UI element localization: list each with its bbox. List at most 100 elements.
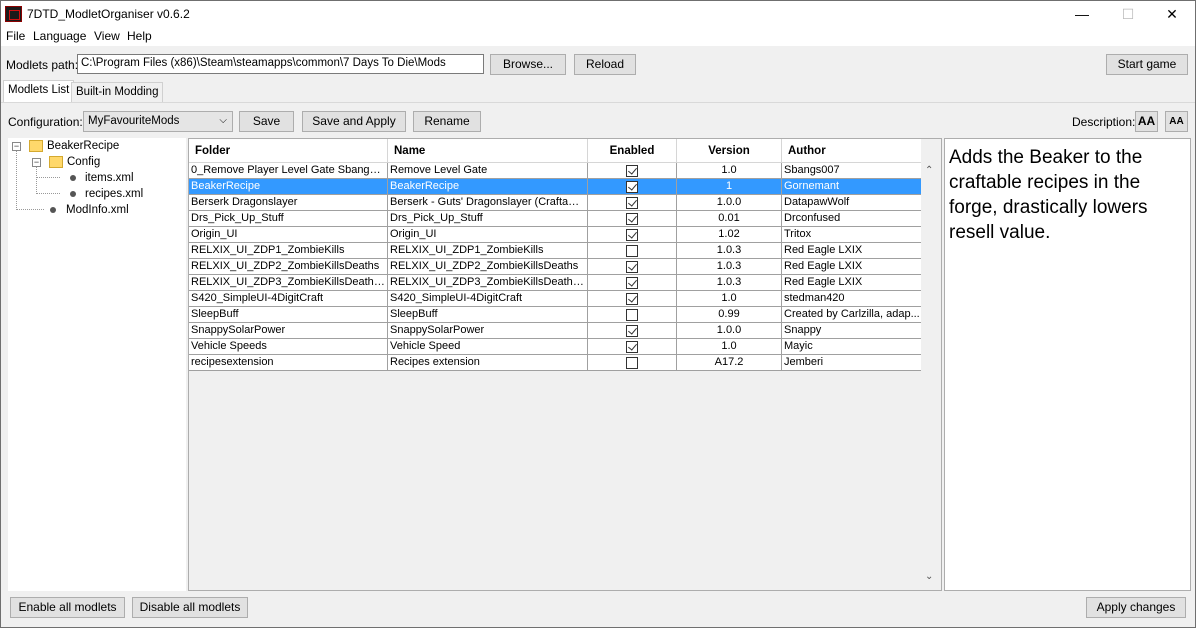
cell-folder: Drs_Pick_Up_Stuff <box>189 211 388 227</box>
browse-button[interactable]: Browse... <box>490 54 566 75</box>
enabled-checkbox[interactable] <box>626 181 638 193</box>
app-logo-icon <box>5 6 22 22</box>
enabled-checkbox[interactable] <box>626 245 638 257</box>
table-row[interactable]: 0_Remove Player Level Gate Sbangs007 Remo… <box>189 163 925 179</box>
configuration-select[interactable]: MyFavouriteMods ⌵ <box>83 111 233 132</box>
table-row[interactable]: RELXIX_UI_ZDP3_ZombieKillsDeathsPl... REL… <box>189 275 925 291</box>
cell-author: Jemberi <box>782 355 925 371</box>
cell-enabled <box>588 291 677 307</box>
reload-button[interactable]: Reload <box>574 54 636 75</box>
cell-name: SnappySolarPower <box>388 323 588 339</box>
cell-folder: RELXIX_UI_ZDP2_ZombieKillsDeaths <box>189 259 388 275</box>
tree-node-beakerrecipe[interactable]: BeakerRecipe <box>47 140 119 152</box>
table-row[interactable]: RELXIX_UI_ZDP2_ZombieKillsDeaths RELXIX_U… <box>189 259 925 275</box>
modlets-path-input[interactable]: C:\Program Files (x86)\Steam\steamapps\c… <box>77 54 484 74</box>
rename-button[interactable]: Rename <box>413 111 481 132</box>
cell-version: 1.02 <box>677 227 782 243</box>
table-row[interactable]: BeakerRecipe BeakerRecipe 1 Gornemant <box>189 179 925 195</box>
cell-name: Berserk - Guts' Dragonslayer (Craftabl..… <box>388 195 588 211</box>
tab-modlets-list[interactable]: Modlets List <box>3 80 75 102</box>
cell-author: Drconfused <box>782 211 925 227</box>
cell-version: 1 <box>677 179 782 195</box>
modlets-path-label: Modlets path: <box>6 58 79 72</box>
close-button[interactable]: ✕ <box>1149 1 1195 28</box>
enabled-checkbox[interactable] <box>626 325 638 337</box>
enabled-checkbox[interactable] <box>626 293 638 305</box>
cell-folder: Vehicle Speeds <box>189 339 388 355</box>
chevron-down-icon: ⌵ <box>219 115 227 126</box>
table-row[interactable]: Drs_Pick_Up_Stuff Drs_Pick_Up_Stuff 0.01 Dr… <box>189 211 925 227</box>
tab-built-in-modding[interactable]: Built-in Modding <box>71 82 164 102</box>
table-scrollbar[interactable]: ⌃ ⌄ <box>921 139 941 590</box>
cell-folder: Origin_UI <box>189 227 388 243</box>
cell-folder: Berserk Dragonslayer <box>189 195 388 211</box>
cell-name: BeakerRecipe <box>388 179 588 195</box>
cell-version: 1.0.0 <box>677 323 782 339</box>
tab-strip: Modlets List Built-in Modding <box>1 80 1195 102</box>
table-row[interactable]: recipesextension Recipes extension A17.2 Je… <box>189 355 925 371</box>
enabled-checkbox[interactable] <box>626 357 638 369</box>
enable-all-modlets-button[interactable]: Enable all modlets <box>10 597 125 618</box>
enabled-checkbox[interactable] <box>626 261 638 273</box>
column-header-enabled[interactable]: Enabled <box>588 139 677 163</box>
cell-enabled <box>588 163 677 179</box>
cell-enabled <box>588 307 677 323</box>
table-row[interactable]: SleepBuff SleepBuff 0.99 Created by Carlzil… <box>189 307 925 323</box>
scroll-up-icon[interactable]: ⌃ <box>925 165 933 176</box>
tree-node-modinfo-xml[interactable]: ModInfo.xml <box>66 204 129 216</box>
table-row[interactable]: RELXIX_UI_ZDP1_ZombieKills RELXIX_UI_ZDP1… <box>189 243 925 259</box>
cell-name: Recipes extension <box>388 355 588 371</box>
enabled-checkbox[interactable] <box>626 197 638 209</box>
scroll-down-icon[interactable]: ⌄ <box>925 571 933 582</box>
column-header-author[interactable]: Author <box>782 139 925 163</box>
cell-enabled <box>588 323 677 339</box>
cell-enabled <box>588 179 677 195</box>
collapse-icon[interactable]: − <box>32 158 41 167</box>
table-row[interactable]: Vehicle Speeds Vehicle Speed 1.0 Mayic <box>189 339 925 355</box>
table-row[interactable]: Berserk Dragonslayer Berserk - Guts' Drag… <box>189 195 925 211</box>
maximize-button[interactable]: ☐ <box>1105 1 1151 28</box>
save-and-apply-button[interactable]: Save and Apply <box>302 111 406 132</box>
cell-name: SleepBuff <box>388 307 588 323</box>
configuration-value: MyFavouriteMods <box>88 115 180 127</box>
modlets-table: Folder Name Enabled Version Author 0_Rem… <box>188 138 942 591</box>
modlet-file-tree: − BeakerRecipe − Config items.xml recipe… <box>8 138 186 591</box>
enabled-checkbox[interactable] <box>626 213 638 225</box>
column-header-folder[interactable]: Folder <box>189 139 388 163</box>
cell-folder: SnappySolarPower <box>189 323 388 339</box>
cell-version: 1.0 <box>677 291 782 307</box>
configuration-label: Configuration: <box>8 115 83 129</box>
disable-all-modlets-button[interactable]: Disable all modlets <box>132 597 248 618</box>
column-header-name[interactable]: Name <box>388 139 588 163</box>
collapse-icon[interactable]: − <box>12 142 21 151</box>
minimize-button[interactable]: — <box>1059 1 1105 28</box>
enabled-checkbox[interactable] <box>626 341 638 353</box>
menu-file[interactable]: File <box>6 29 25 43</box>
tree-node-recipes-xml[interactable]: recipes.xml <box>85 188 143 200</box>
cell-name: S420_SimpleUI-4DigitCraft <box>388 291 588 307</box>
apply-changes-button[interactable]: Apply changes <box>1086 597 1186 618</box>
cell-enabled <box>588 211 677 227</box>
font-smaller-icon[interactable]: AA <box>1165 111 1188 132</box>
folder-icon <box>49 156 63 168</box>
tree-guide-line <box>36 193 60 194</box>
table-row[interactable]: Origin_UI Origin_UI 1.02 Tritox <box>189 227 925 243</box>
menu-language[interactable]: Language <box>33 29 86 43</box>
start-game-button[interactable]: Start game <box>1106 54 1188 75</box>
menu-view[interactable]: View <box>94 29 120 43</box>
cell-author: Sbangs007 <box>782 163 925 179</box>
enabled-checkbox[interactable] <box>626 229 638 241</box>
cell-author: stedman420 <box>782 291 925 307</box>
tree-node-items-xml[interactable]: items.xml <box>85 172 134 184</box>
table-row[interactable]: SnappySolarPower SnappySolarPower 1.0.0 Sna… <box>189 323 925 339</box>
table-row[interactable]: S420_SimpleUI-4DigitCraft S420_SimpleUI-4… <box>189 291 925 307</box>
save-button[interactable]: Save <box>239 111 294 132</box>
tree-node-config[interactable]: Config <box>67 156 100 168</box>
file-icon <box>50 207 56 213</box>
menu-help[interactable]: Help <box>127 29 152 43</box>
enabled-checkbox[interactable] <box>626 277 638 289</box>
enabled-checkbox[interactable] <box>626 309 638 321</box>
column-header-version[interactable]: Version <box>677 139 782 163</box>
enabled-checkbox[interactable] <box>626 165 638 177</box>
font-larger-icon[interactable]: AA <box>1135 111 1158 132</box>
